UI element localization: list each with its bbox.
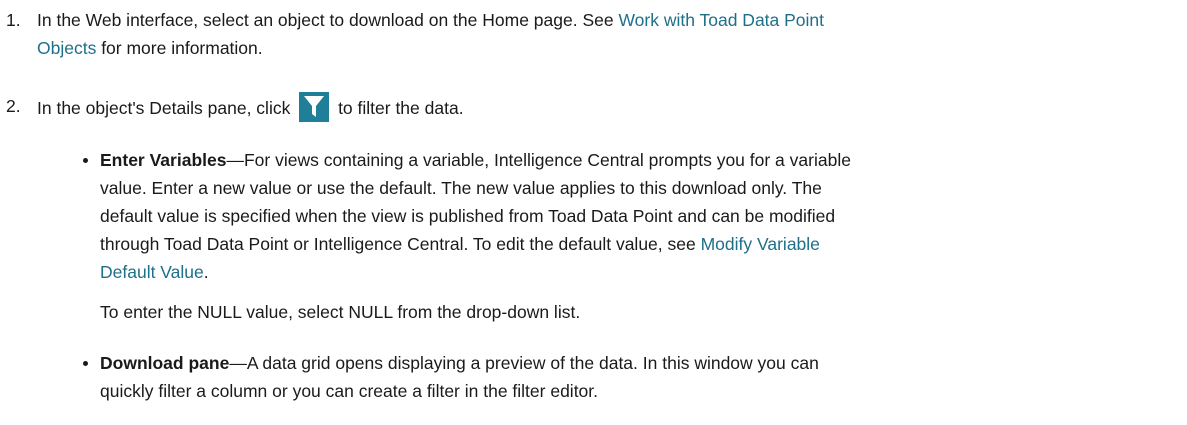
text-trailing: . <box>203 262 209 282</box>
step-number: 2. <box>6 96 21 116</box>
text-line: quickly filter a column or you can creat… <box>100 381 599 401</box>
modify-variable-link-line1[interactable]: Modify Variable <box>701 234 820 254</box>
filter-icon[interactable] <box>299 92 330 122</box>
text-line: —A data grid opens displaying a preview … <box>229 353 819 373</box>
text-line: through Toad Data Point or Intelligence … <box>100 234 701 254</box>
work-with-objects-link-line2[interactable]: Objects <box>37 38 96 58</box>
term-enter-variables: Enter Variables <box>100 150 227 170</box>
document-page: 1. In the Web interface, select an objec… <box>0 0 1187 425</box>
modify-variable-link-line2[interactable]: Default Value <box>100 262 204 282</box>
step-text: In the object's Details pane, click to f… <box>37 92 1167 122</box>
text-line: value. Enter a new value or use the defa… <box>100 178 822 198</box>
step-text-after: for more information. <box>96 38 263 58</box>
text-line: default value is specified when the view… <box>100 206 836 226</box>
list-item-text: Download pane—A data grid opens displayi… <box>100 349 1168 405</box>
list-item-text: Enter Variables—For views containing a v… <box>100 146 1168 286</box>
bullet-dot <box>83 361 88 366</box>
null-value-note: To enter the NULL value, select NULL fro… <box>100 302 581 322</box>
step-text-before: In the object's Details pane, click <box>37 98 296 118</box>
step-text-after: to filter the data. <box>333 98 464 118</box>
step-text-before: In the Web interface, select an object t… <box>37 10 619 30</box>
step-text: In the Web interface, select an object t… <box>37 6 1167 62</box>
term-download-pane: Download pane <box>100 353 230 373</box>
text-line: —For views containing a variable, Intell… <box>226 150 851 170</box>
bullet-dot <box>83 158 88 163</box>
step-number: 1. <box>6 10 21 30</box>
work-with-objects-link-line1[interactable]: Work with Toad Data Point <box>618 10 824 30</box>
